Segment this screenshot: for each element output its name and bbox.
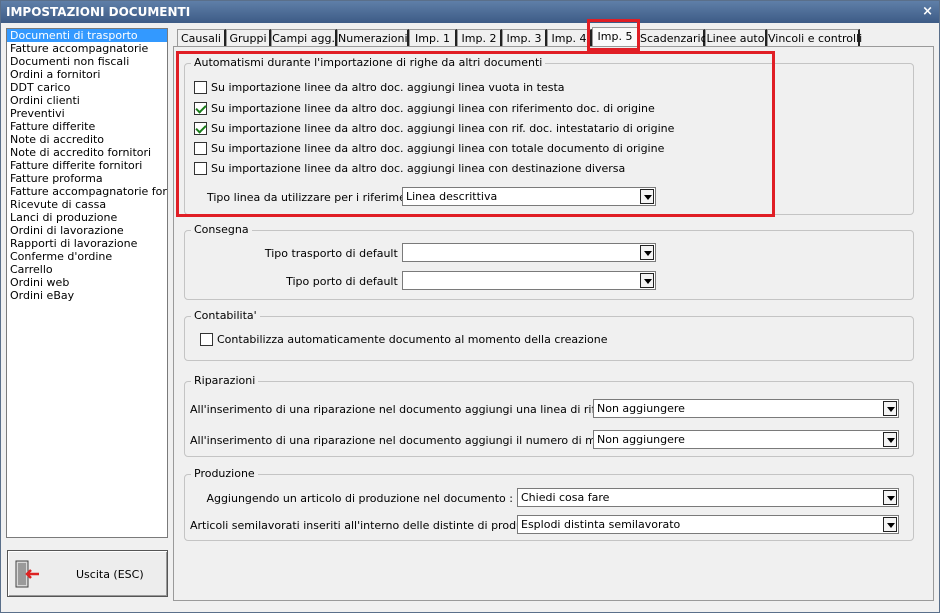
tab-linee-auto[interactable]: Linee auto — [705, 29, 767, 47]
list-item[interactable]: Ricevute di cassa — [7, 198, 167, 211]
tipo-linea-label: Tipo linea da utilizzare per i riferimen… — [207, 191, 428, 204]
contabilita-group: Contabilita' Contabilizza automaticament… — [184, 309, 914, 361]
consegna-group: Consegna Tipo trasporto di default : Tip… — [184, 223, 914, 300]
trasporto-label: Tipo trasporto di default : — [264, 247, 405, 260]
list-item[interactable]: Ordini eBay — [7, 289, 167, 302]
list-item[interactable]: Rapporti di lavorazione — [7, 237, 167, 250]
chevron-down-icon[interactable] — [883, 432, 897, 447]
list-item[interactable]: Ordini di lavorazione — [7, 224, 167, 237]
list-item[interactable]: Fatture proforma — [7, 172, 167, 185]
import-option-label: Su importazione linee da altro doc. aggi… — [211, 102, 655, 115]
produzione-legend: Produzione — [191, 467, 258, 480]
import-option-label: Su importazione linee da altro doc. aggi… — [211, 122, 675, 135]
riparazioni-row2-label: All'inserimento di una riparazione nel d… — [190, 434, 645, 447]
list-item[interactable]: Ordini a fornitori — [7, 68, 167, 81]
list-item[interactable]: Lanci di produzione — [7, 211, 167, 224]
tab-panel: Automatismi durante l'importazione di ri… — [173, 46, 934, 601]
tab-scadenzario[interactable]: Scadenzario — [639, 29, 707, 47]
produzione-row1-label: Aggiungendo un articolo di produzione ne… — [206, 492, 513, 505]
tab-vincoli-e-controlli[interactable]: Vincoli e controlli — [767, 29, 862, 47]
tipo-linea-value: Linea descrittiva — [406, 190, 498, 203]
porto-label: Tipo porto di default : — [286, 275, 405, 288]
document-type-list[interactable]: Documenti di trasporto Fatture accompagna… — [6, 28, 168, 538]
exit-button-label: Uscita (ESC) — [76, 568, 144, 581]
tipo-linea-select[interactable]: Linea descrittiva — [402, 187, 656, 206]
tab-imp-2[interactable]: Imp. 2 — [457, 29, 502, 47]
produzione-row2-label: Articoli semilavorati inseriti all'inter… — [190, 519, 560, 532]
checkbox-box[interactable] — [194, 162, 207, 175]
window-title: IMPOSTAZIONI DOCUMENTI — [6, 5, 191, 19]
produzione-row2-select[interactable]: Esplodi distinta semilavorato — [517, 515, 899, 534]
riparazioni-row1-select[interactable]: Non aggiungere — [593, 399, 899, 418]
chevron-down-icon[interactable] — [883, 490, 897, 505]
import-option-label: Su importazione linee da altro doc. aggi… — [211, 162, 626, 175]
chevron-down-icon[interactable] — [883, 517, 897, 532]
list-item[interactable]: Carrello — [7, 263, 167, 276]
riparazioni-row1-label: All'inserimento di una riparazione nel d… — [190, 403, 653, 416]
tab-numerazioni[interactable]: Numerazioni — [337, 29, 409, 47]
list-item[interactable]: Ordini clienti — [7, 94, 167, 107]
automatismi-group: Automatismi durante l'importazione di ri… — [184, 56, 914, 215]
checkbox-box[interactable] — [194, 142, 207, 155]
import-option-label: Su importazione linee da altro doc. aggi… — [211, 142, 665, 155]
automatismi-legend: Automatismi durante l'importazione di ri… — [191, 56, 546, 69]
produzione-row1-value: Chiedi cosa fare — [521, 491, 610, 504]
chevron-down-icon[interactable] — [640, 245, 654, 260]
list-item[interactable]: Fatture accompagnatorie fornito — [7, 185, 167, 198]
checkmark-icon[interactable] — [194, 122, 207, 135]
tab-imp-1[interactable]: Imp. 1 — [409, 29, 457, 47]
trasporto-select[interactable] — [402, 243, 656, 262]
exit-door-icon — [15, 560, 39, 588]
tab-gruppi[interactable]: Gruppi — [226, 29, 271, 47]
checkbox-box[interactable] — [194, 81, 207, 94]
tab-imp-4[interactable]: Imp. 4 — [547, 29, 592, 47]
tab-campi-agg[interactable]: Campi agg. — [271, 29, 337, 47]
close-icon[interactable]: × — [922, 2, 933, 22]
tab-imp-3[interactable]: Imp. 3 — [502, 29, 547, 47]
list-item[interactable]: Fatture differite fornitori — [7, 159, 167, 172]
list-item[interactable]: Ordini web — [7, 276, 167, 289]
riparazioni-row1-value: Non aggiungere — [597, 402, 685, 415]
checkbox-box[interactable] — [200, 333, 213, 346]
title-bar: IMPOSTAZIONI DOCUMENTI × — [1, 1, 939, 23]
settings-window: IMPOSTAZIONI DOCUMENTI × Documenti di tr… — [0, 0, 940, 613]
list-item[interactable]: Fatture accompagnatorie — [7, 42, 167, 55]
import-option-label: Su importazione linee da altro doc. aggi… — [211, 81, 565, 94]
produzione-group: Produzione Aggiungendo un articolo di pr… — [184, 467, 914, 541]
list-item[interactable]: Conferme d'ordine — [7, 250, 167, 263]
list-item[interactable]: DDT carico — [7, 81, 167, 94]
riparazioni-legend: Riparazioni — [191, 374, 259, 387]
contabilizza-label: Contabilizza automaticamente documento a… — [217, 333, 608, 346]
produzione-row2-value: Esplodi distinta semilavorato — [521, 518, 681, 531]
list-item[interactable]: Documenti di trasporto — [7, 29, 167, 42]
exit-button[interactable]: Uscita (ESC) — [7, 550, 168, 597]
riparazioni-group: Riparazioni All'inserimento di una ripar… — [184, 374, 914, 457]
riparazioni-row2-value: Non aggiungere — [597, 433, 685, 446]
chevron-down-icon[interactable] — [640, 273, 654, 288]
list-item[interactable]: Preventivi — [7, 107, 167, 120]
consegna-legend: Consegna — [191, 223, 252, 236]
chevron-down-icon[interactable] — [883, 401, 897, 416]
list-item[interactable]: Fatture differite — [7, 120, 167, 133]
riparazioni-row2-select[interactable]: Non aggiungere — [593, 430, 899, 449]
produzione-row1-select[interactable]: Chiedi cosa fare — [517, 488, 899, 507]
checkmark-icon[interactable] — [194, 102, 207, 115]
chevron-down-icon[interactable] — [640, 189, 654, 204]
tab-imp-5[interactable]: Imp. 5 — [592, 27, 639, 47]
porto-select[interactable] — [402, 271, 656, 290]
list-item[interactable]: Note di accredito — [7, 133, 167, 146]
contabilita-legend: Contabilita' — [191, 309, 260, 322]
list-item[interactable]: Note di accredito fornitori — [7, 146, 167, 159]
tab-causali[interactable]: Causali — [177, 29, 226, 47]
list-item[interactable]: Documenti non fiscali — [7, 55, 167, 68]
